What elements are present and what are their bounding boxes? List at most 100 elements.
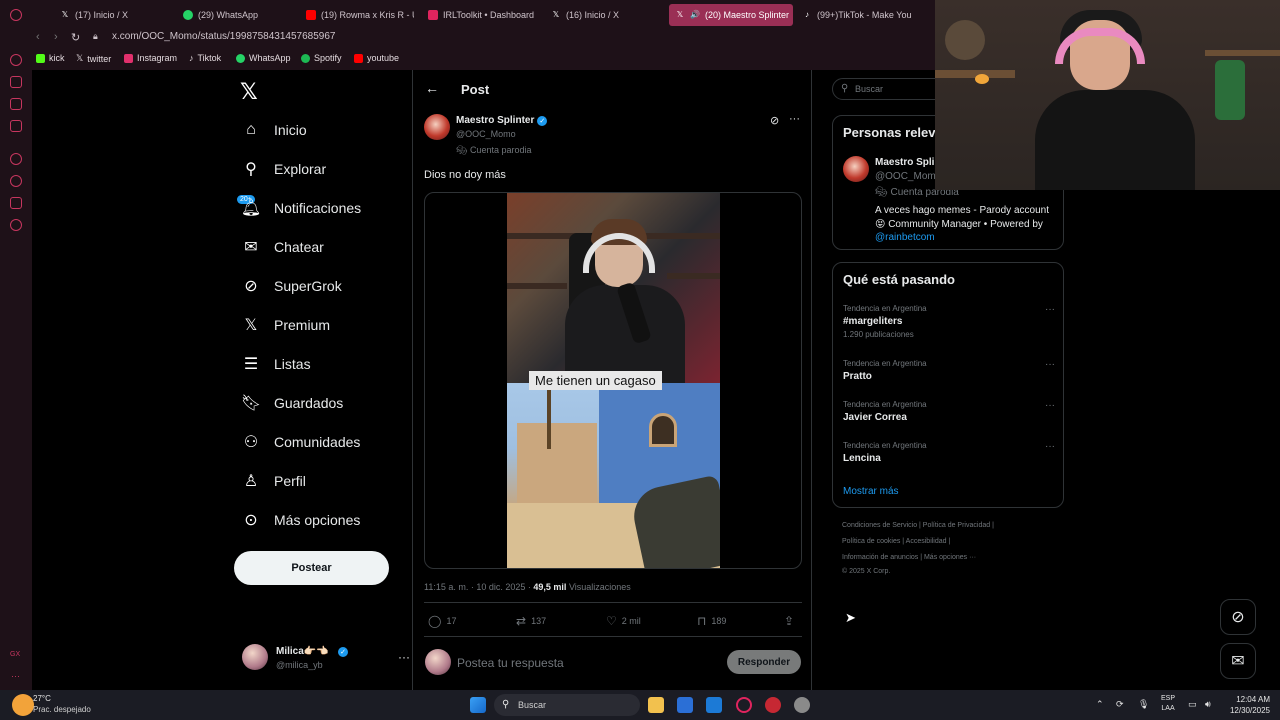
weather-icon[interactable] [12,694,34,716]
footer-links[interactable]: Política de cookies | Accesibilidad | [842,538,950,545]
bookmark-instagram[interactable]: Instagram [124,53,177,63]
account-switcher[interactable]: Milica👉🏻👈🏻 ✓ @milica_yb ··· [242,644,410,674]
bookmark-spotify[interactable]: Spotify [301,53,342,63]
record-app-icon[interactable] [765,697,781,713]
trend-item[interactable]: Tendencia en Argentina Javier Correa ··· [843,400,1055,423]
like-button[interactable]: ♡ 2 mil [606,614,641,628]
nav-supergrok[interactable]: ⊘ SuperGrok [242,277,341,295]
back-arrow-icon[interactable]: ← [425,80,439,96]
x-logo-icon[interactable]: 𝕏 [240,79,258,105]
browser-tab[interactable]: 𝕏 (16) Inicio / X [551,4,661,26]
more-icon[interactable]: ··· [398,650,410,664]
weather-condition[interactable]: Prac. despejado [33,705,91,714]
language-indicator[interactable]: ESP LAA [1161,694,1175,714]
bookmark-kick[interactable]: kick [36,53,65,63]
bookmark-label: Spotify [314,53,342,63]
nav-chat[interactable]: ✉ Chatear [242,238,324,256]
reply-input[interactable]: Postea tu respuesta [457,656,564,670]
nav-bookmarks[interactable]: 🔖︎ Guardados [241,394,343,412]
relevant-handle[interactable]: @OOC_Momo [875,171,941,182]
more-icon[interactable]: ··· [789,113,800,125]
author-name[interactable]: Maestro Splinter ✓ [456,115,548,126]
post-video[interactable]: Me tienen un cagaso [424,192,802,569]
reload-icon[interactable]: ↻ [71,31,80,44]
post-button[interactable]: Postear [234,551,389,585]
nav-lists[interactable]: ☰ Listas [242,355,311,373]
footer-links[interactable]: Condiciones de Servicio | Política de Pr… [842,522,994,529]
more-icon[interactable]: ··· [1045,304,1055,315]
store-icon[interactable] [677,697,693,713]
bookmark-youtube[interactable]: youtube [354,53,399,63]
extensions-icon[interactable] [10,197,22,209]
weather-temperature[interactable]: 27°C [33,694,51,703]
more-icon[interactable]: ··· [1045,400,1055,411]
heart-icon[interactable] [10,153,22,165]
bookmark-twitter[interactable]: 𝕏twitter [76,53,111,64]
bio-text: A veces hago memes - Parody account 😝 Co… [875,205,1049,230]
bio-link[interactable]: @rainbetcom [875,232,935,243]
bookmark-tiktok[interactable]: ♪ Tiktok [189,53,221,63]
mail-app-icon[interactable] [706,697,722,713]
browser-tab[interactable]: ♪ (99+)TikTok - Make Your [802,4,912,26]
nav-home[interactable]: ⌂ Inicio [242,121,307,139]
browser-tab[interactable]: (19) Rowma x Kris R - Un [306,4,414,26]
more-icon[interactable]: ··· [1045,441,1055,452]
tools-icon[interactable] [10,98,22,110]
youtube-icon [354,53,363,63]
workspace-icon[interactable] [10,76,22,88]
nav-communities[interactable]: ⚇ Comunidades [242,433,361,451]
author-handle[interactable]: @OOC_Momo [456,129,516,139]
trend-item[interactable]: Tendencia en Argentina Pratto ··· [843,359,1055,382]
windows-taskbar: 27°C Prac. despejado ⚲ Buscar ⌃ ⟳ 🎙︎ ESP… [0,690,1280,720]
taskbar-search[interactable]: ⚲ Buscar [494,694,640,716]
repost-button[interactable]: ⇄ 137 [516,614,546,628]
browser-tab-active[interactable]: 𝕏 🔊 (20) Maestro Splinter [669,4,793,26]
nav-profile[interactable]: ♙ Perfil [242,472,306,490]
network-icon[interactable]: ▭ [1188,699,1197,710]
nav-premium[interactable]: 𝕏 Premium [242,316,330,334]
post-timestamp[interactable]: 11:15 a. m. · 10 dic. 2025 · [424,582,533,592]
author-avatar[interactable] [843,156,869,182]
bookmark-whatsapp[interactable]: WhatsApp [236,53,291,63]
file-explorer-icon[interactable] [648,697,664,713]
browser-tab[interactable]: IRLToolkit • Dashboard [428,4,538,26]
browser-tab[interactable]: (29) WhatsApp [183,4,293,26]
history-icon[interactable] [10,175,22,187]
back-icon[interactable]: ‹ [36,31,40,43]
opera-logo-icon[interactable] [10,9,22,21]
nav-explore[interactable]: ⚲ Explorar [242,160,326,178]
nav-more[interactable]: ⊙ Más opciones [242,511,360,529]
music-icon[interactable] [10,120,22,132]
microphone-icon[interactable]: 🎙︎ [1138,699,1149,710]
app-icon[interactable] [794,697,810,713]
browser-tab[interactable]: 𝕏 (17) Inicio / X [60,4,170,26]
grok-icon[interactable]: ⊘ [770,114,779,127]
show-more-link[interactable]: Mostrar más [843,486,899,497]
grok-float-button[interactable]: ⊘ [1220,599,1256,635]
sync-icon[interactable]: ⟳ [1116,699,1124,710]
windows-start-icon[interactable] [470,697,486,713]
clock[interactable]: 12:04 AM 12/30/2025 [1226,694,1270,716]
trend-item[interactable]: Tendencia en Argentina #margeliters 1.29… [843,304,1055,339]
bookmark-label: twitter [87,53,112,64]
reply-submit-button[interactable]: Responder [727,650,801,674]
footer-links[interactable]: Información de anuncios | Más opciones ·… [842,554,976,561]
more-icon[interactable]: ··· [1045,359,1055,370]
opera-gx-icon[interactable] [736,697,752,713]
forward-icon[interactable]: › [54,31,58,43]
bookmark-button[interactable]: ⊓ 189 [697,614,726,628]
aria-icon[interactable] [10,54,22,66]
messages-float-button[interactable]: ✉ [1220,643,1256,679]
trend-item[interactable]: Tendencia en Argentina Lencina ··· [843,441,1055,464]
settings-icon[interactable] [10,219,22,231]
nav-notifications[interactable]: 🔔︎ Notificaciones [241,199,361,217]
gx-icon[interactable]: GX [10,651,20,658]
author-avatar[interactable] [424,114,450,140]
url-field[interactable]: x.com/OOC_Momo/status/199875843145768596… [112,31,335,42]
nav-label: Listas [274,356,311,372]
more-icon[interactable]: ··· [11,671,20,681]
reply-button[interactable]: ◯ 17 [428,614,456,628]
share-button[interactable]: ⇪ [784,614,794,628]
chevron-up-icon[interactable]: ⌃ [1096,699,1104,710]
volume-icon[interactable]: 🔊︎ [1205,699,1211,710]
